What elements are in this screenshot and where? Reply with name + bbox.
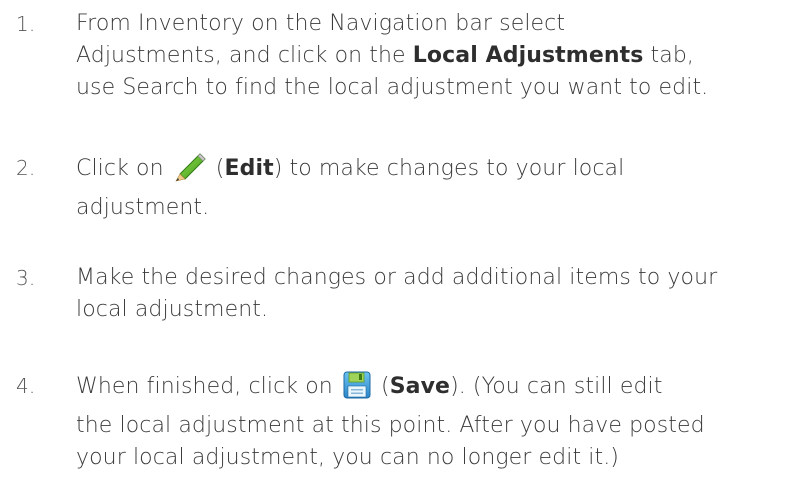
step-line: local adjustment. [76, 294, 791, 326]
text-segment: ) to make changes to your local [273, 156, 625, 181]
text-segment: When finished, click on [76, 374, 340, 399]
step-number: 1. [16, 12, 36, 36]
step-line: Make the desired changes or add addition… [76, 262, 791, 294]
edit-pencil-icon [173, 152, 207, 192]
text-segment: local adjustment. [76, 297, 269, 322]
step-line: adjustment. [76, 192, 791, 224]
text-segment: ). (You can still edit [450, 374, 663, 399]
instructions-document: 1. From Inventory on the Navigation bar … [0, 0, 799, 489]
step-line: Click on (Edit) to make changes to your … [76, 152, 791, 192]
step-line: use Search to find the local adjustment … [76, 72, 791, 104]
save-floppy-icon [342, 370, 372, 410]
step-text: Click on (Edit) to make changes to your … [76, 152, 791, 224]
step-line: From Inventory on the Navigation bar sel… [76, 8, 791, 40]
step-number: 3. [16, 266, 36, 290]
text-segment: the local adjustment at this point. Afte… [76, 413, 705, 438]
text-segment: Make the desired changes or add addition… [76, 265, 718, 290]
save-label: Save [389, 374, 451, 399]
text-segment: your local adjustment, you can no longer… [76, 445, 619, 470]
text-segment: ( [208, 156, 225, 181]
step-number: 2. [16, 156, 36, 180]
local-adjustments-tab-label: Local Adjustments [412, 43, 644, 68]
step-text: Make the desired changes or add addition… [76, 262, 791, 326]
text-segment: ( [373, 374, 390, 399]
step-line: your local adjustment, you can no longer… [76, 442, 791, 474]
step-number: 4. [16, 374, 36, 398]
step-text: From Inventory on the Navigation bar sel… [76, 8, 791, 104]
step-line: When finished, click on (Save). (You can… [76, 370, 791, 410]
text-segment: adjustment. [76, 195, 210, 220]
text-segment: From Inventory on the Navigation bar sel… [76, 11, 566, 36]
edit-label: Edit [224, 156, 274, 181]
text-segment: tab, [643, 43, 694, 68]
step-line: Adjustments, and click on the Local Adju… [76, 40, 791, 72]
text-segment: use Search to find the local adjustment … [76, 75, 709, 100]
step-text: When finished, click on (Save). (You can… [76, 370, 791, 474]
step-line: the local adjustment at this point. Afte… [76, 410, 791, 442]
text-segment: Click on [76, 156, 171, 181]
text-segment: Adjustments, and click on the [76, 43, 413, 68]
